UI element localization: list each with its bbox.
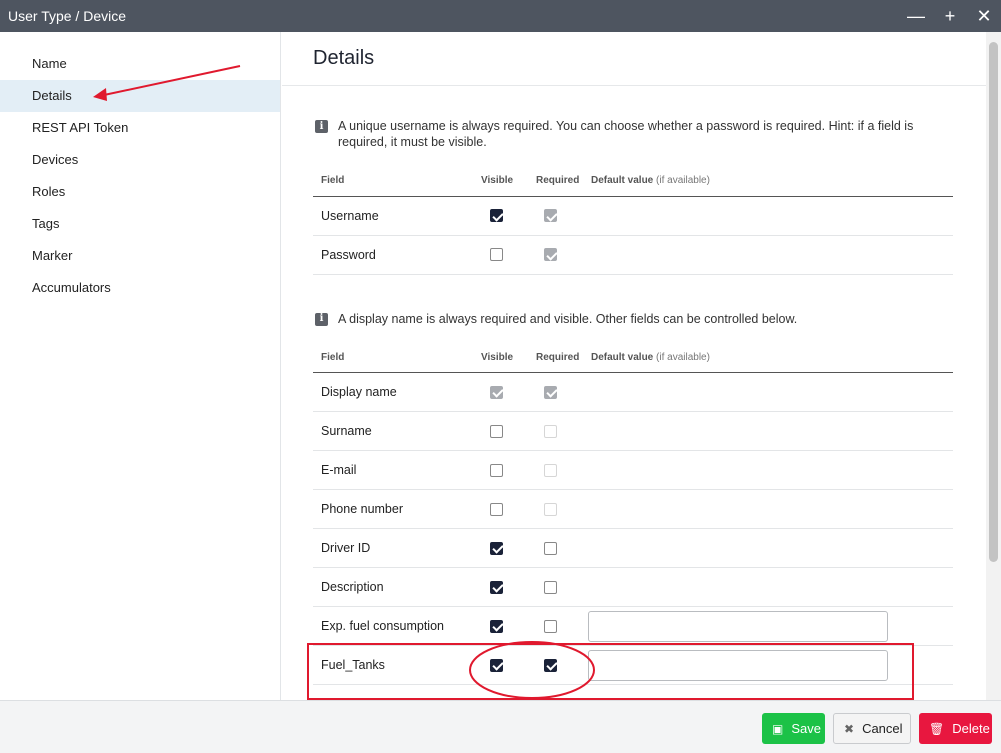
- column-header-visible: Visible: [473, 166, 528, 197]
- table-row: Description: [313, 567, 953, 607]
- table-row: Driver ID: [313, 528, 953, 568]
- exp-fuel-consumption-required-checkbox[interactable]: [544, 619, 557, 633]
- details-panel: Details i A unique username is always re…: [282, 32, 986, 700]
- sidebar-item-details[interactable]: Details: [0, 80, 280, 112]
- field-label: Driver ID: [313, 528, 473, 568]
- sidebar-item-name[interactable]: Name: [0, 48, 280, 80]
- username-visible-checkbox[interactable]: [490, 209, 503, 222]
- vertical-scrollbar[interactable]: [986, 32, 1001, 700]
- password-visible-checkbox[interactable]: [490, 248, 503, 261]
- cancel-button[interactable]: ✖ Cancel: [833, 713, 911, 744]
- field-label: Fuel_Tanks: [313, 645, 473, 685]
- sidebar-item-tags[interactable]: Tags: [0, 208, 280, 240]
- table-row: Password: [313, 235, 953, 275]
- sidebar-item-roles[interactable]: Roles: [0, 176, 280, 208]
- details-content: i A unique username is always required. …: [282, 86, 954, 685]
- close-icon[interactable]: ✕: [967, 0, 1001, 32]
- display-name-required-checkbox: [544, 385, 557, 399]
- sidebar: Name Details REST API Token Devices Role…: [0, 32, 281, 700]
- scrollbar-thumb[interactable]: [989, 42, 998, 562]
- table-row: Surname: [313, 411, 953, 451]
- email-required-checkbox: [544, 463, 557, 477]
- exp-fuel-consumption-visible-checkbox[interactable]: [490, 619, 503, 633]
- info-icon: i: [315, 120, 328, 133]
- info-icon: i: [315, 312, 328, 326]
- fuel-tanks-default-input[interactable]: [588, 649, 888, 681]
- sidebar-item-rest-api-token[interactable]: REST API Token: [0, 112, 280, 144]
- sidebar-item-accumulators[interactable]: Accumulators: [0, 272, 280, 304]
- column-header-required: Required: [528, 342, 583, 373]
- sidebar-item-marker[interactable]: Marker: [0, 240, 280, 272]
- page-title: Details: [313, 47, 375, 69]
- cancel-icon: ✖: [844, 721, 855, 736]
- field-label: Description: [313, 567, 473, 607]
- maximize-icon[interactable]: +: [933, 0, 967, 32]
- description-required-checkbox[interactable]: [544, 580, 557, 594]
- table-row: Fuel_Tanks: [313, 645, 953, 685]
- table-row: E-mail: [313, 450, 953, 490]
- panel-header: Details: [282, 32, 986, 86]
- table-row: Exp. fuel consumption: [313, 606, 953, 646]
- column-header-required: Required: [528, 166, 583, 197]
- surname-visible-checkbox[interactable]: [490, 424, 503, 438]
- window-title: User Type / Device: [8, 8, 127, 24]
- display-name-visible-checkbox: [490, 385, 503, 399]
- profile-fields-table: Field Visible Required Default value (if…: [313, 342, 953, 685]
- driver-id-visible-checkbox[interactable]: [490, 541, 503, 555]
- phone-number-required-checkbox: [544, 502, 557, 516]
- save-icon: ▣: [772, 721, 784, 736]
- delete-button[interactable]: 🗑 Delete: [919, 713, 992, 744]
- field-label: Surname: [313, 411, 473, 451]
- fuel-tanks-required-checkbox[interactable]: [544, 658, 557, 672]
- window-titlebar: User Type / Device — + ✕: [0, 0, 1001, 32]
- info-text-1: A unique username is always required. Yo…: [338, 119, 914, 149]
- field-label: Username: [313, 196, 473, 236]
- column-header-default: Default value (if available): [583, 342, 953, 373]
- field-label: Exp. fuel consumption: [313, 606, 473, 646]
- exp-fuel-consumption-default-input[interactable]: [588, 610, 888, 642]
- description-visible-checkbox[interactable]: [490, 580, 503, 594]
- sidebar-item-devices[interactable]: Devices: [0, 144, 280, 176]
- phone-number-visible-checkbox[interactable]: [490, 502, 503, 516]
- credentials-table: Field Visible Required Default value (if…: [313, 166, 953, 275]
- dialog-footer: ▣ Save ✖ Cancel 🗑 Delete: [0, 700, 1001, 753]
- info-text-2: A display name is always required and vi…: [338, 311, 798, 326]
- field-label: E-mail: [313, 450, 473, 490]
- field-label: Display name: [313, 372, 473, 412]
- field-label: Phone number: [313, 489, 473, 529]
- column-header-default: Default value (if available): [583, 166, 953, 197]
- trash-icon: 🗑: [929, 721, 945, 736]
- info-note-1: i A unique username is always required. …: [313, 118, 954, 150]
- save-button[interactable]: ▣ Save: [762, 713, 825, 744]
- field-label: Password: [313, 235, 473, 275]
- email-visible-checkbox[interactable]: [490, 463, 503, 477]
- password-required-checkbox: [544, 248, 557, 261]
- fuel-tanks-visible-checkbox[interactable]: [490, 658, 503, 672]
- table-row: Phone number: [313, 489, 953, 529]
- table-row: Username: [313, 196, 953, 236]
- username-required-checkbox: [544, 209, 557, 222]
- info-note-2: i A display name is always required and …: [313, 311, 954, 327]
- table-row: Display name: [313, 372, 953, 412]
- driver-id-required-checkbox[interactable]: [544, 541, 557, 555]
- column-header-visible: Visible: [473, 342, 528, 373]
- minimize-icon[interactable]: —: [899, 0, 933, 32]
- column-header-field: Field: [313, 166, 473, 197]
- column-header-field: Field: [313, 342, 473, 373]
- surname-required-checkbox: [544, 424, 557, 438]
